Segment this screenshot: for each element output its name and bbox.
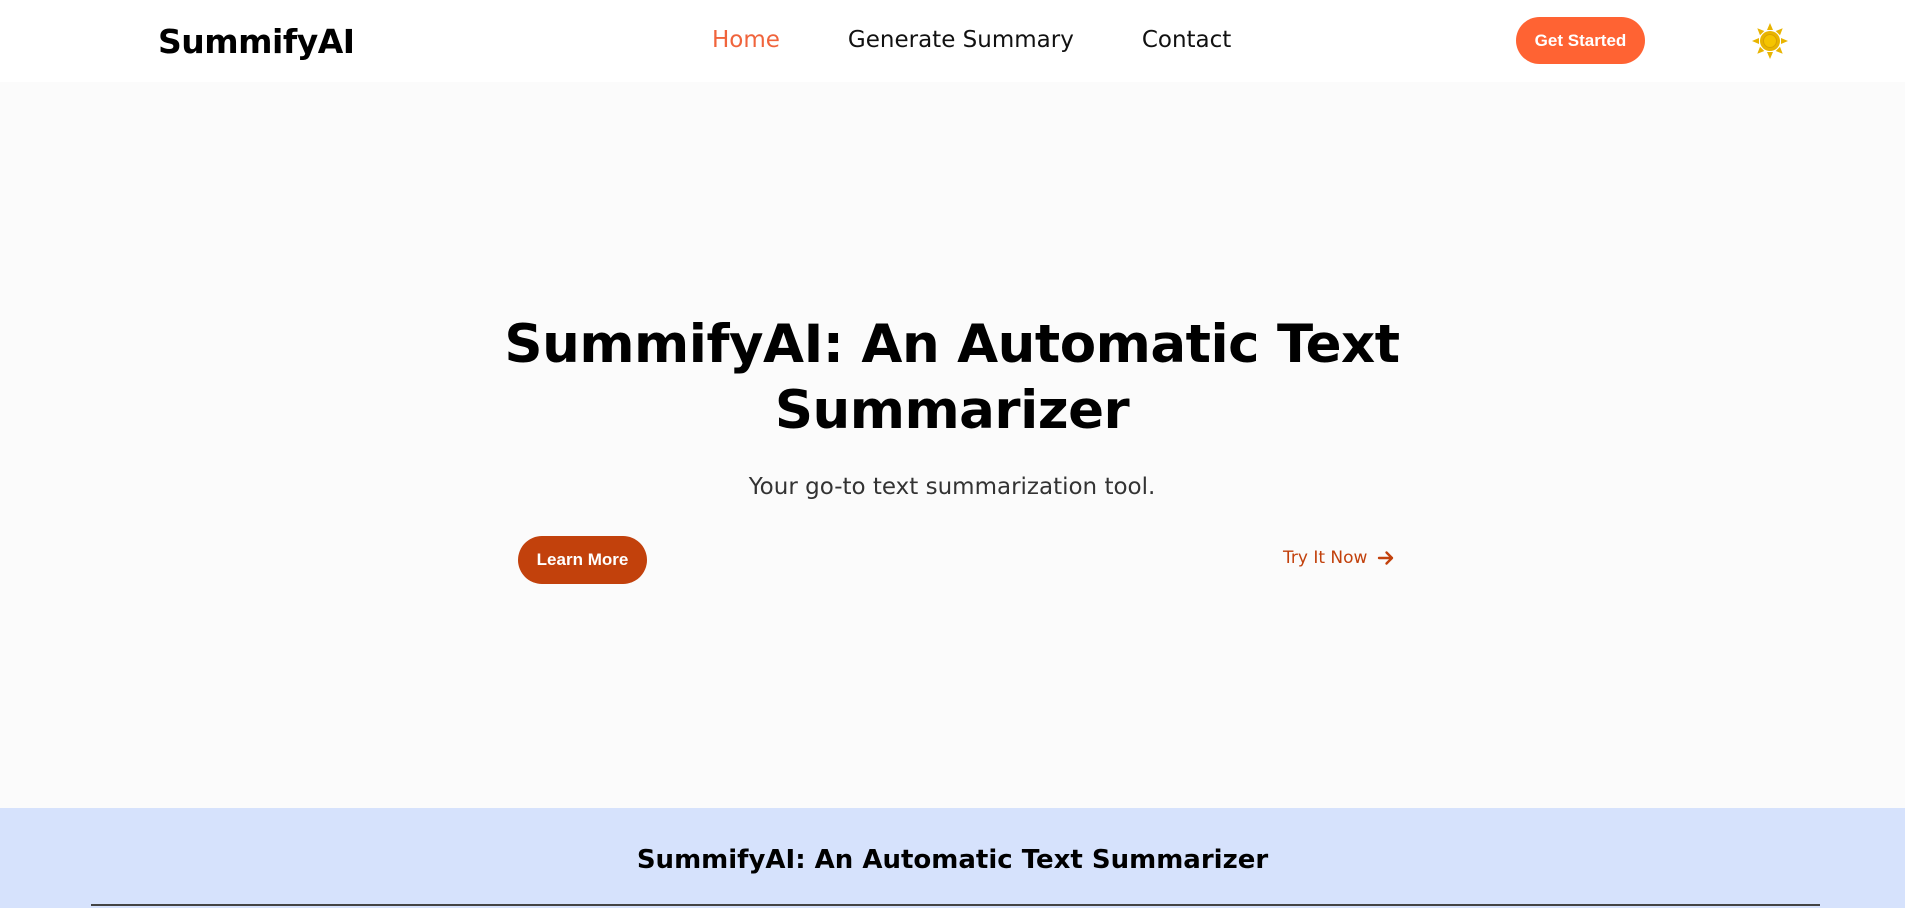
navbar: SummifyAI Home Generate Summary Contact … [0,0,1905,82]
footer-divider [91,904,1820,906]
try-it-now-link[interactable]: Try It Now [1283,548,1395,568]
sun-icon [1752,23,1788,59]
nav-links: Home Generate Summary Contact [712,27,1231,53]
nav-contact-link[interactable]: Contact [1142,27,1231,53]
hero-section: SummifyAI: An Automatic Text Summarizer … [0,82,1905,808]
hero-subtitle: Your go-to text summarization tool. [748,474,1156,500]
get-started-button[interactable]: Get Started [1516,17,1645,64]
footer-title: SummifyAI: An Automatic Text Summarizer [636,845,1269,875]
try-it-now-label: Try It Now [1283,548,1368,568]
nav-generate-summary-link[interactable]: Generate Summary [848,27,1074,53]
arrow-right-icon [1378,551,1394,565]
learn-more-button[interactable]: Learn More [518,536,647,584]
nav-home-link[interactable]: Home [712,27,780,53]
brand-logo[interactable]: SummifyAI [158,22,355,61]
footer-section: SummifyAI: An Automatic Text Summarizer [0,808,1905,908]
theme-toggle-button[interactable] [1751,22,1789,60]
hero-title: SummifyAI: An Automatic Text Summarizer [504,314,1400,441]
